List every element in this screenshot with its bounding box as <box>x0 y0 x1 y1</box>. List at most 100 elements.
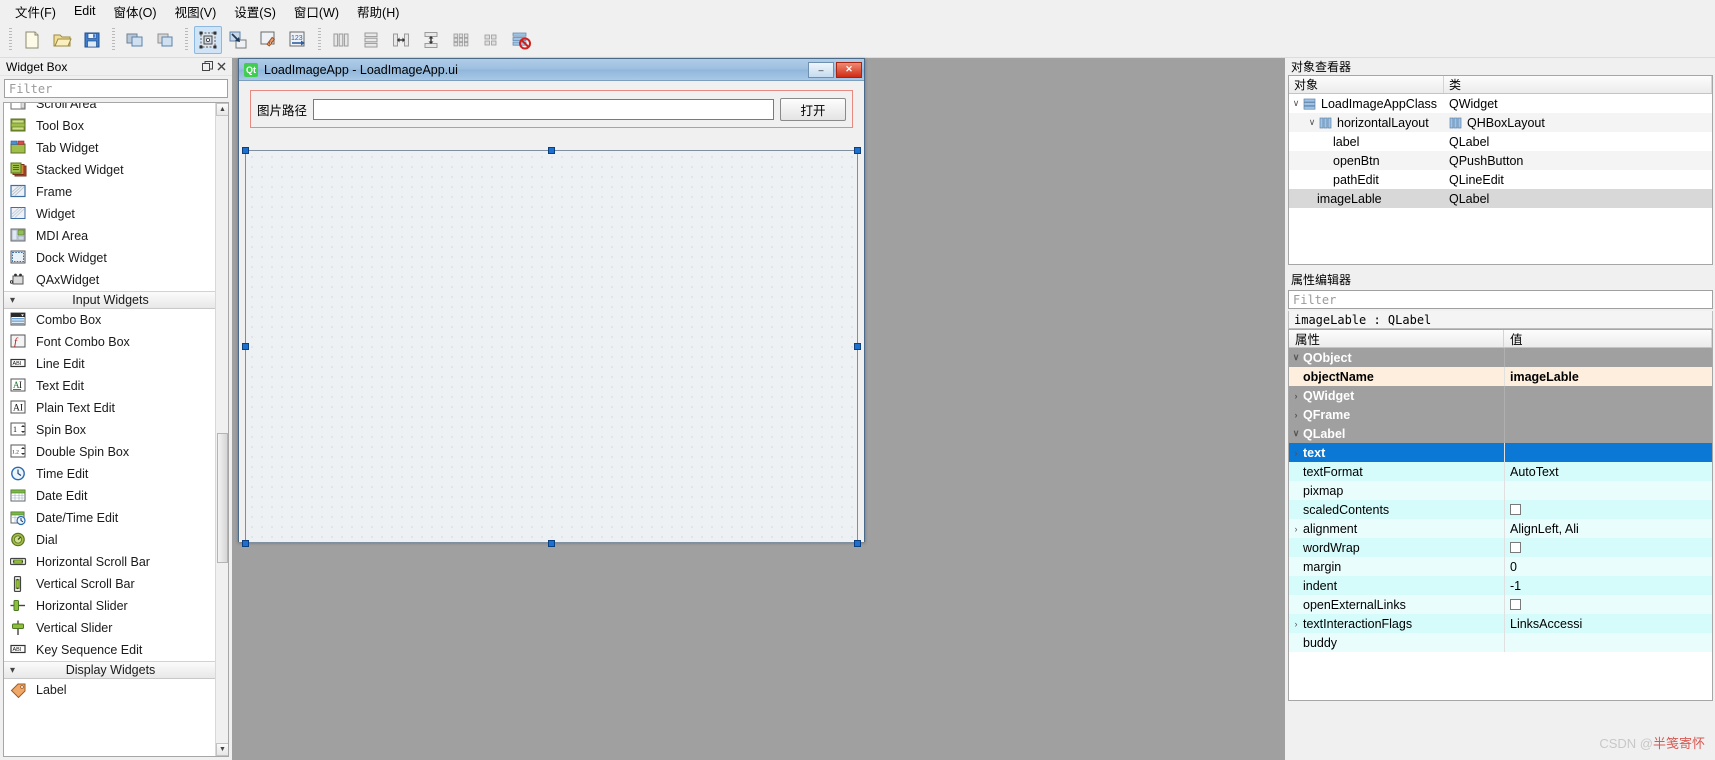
expander-icon[interactable]: › <box>1289 448 1303 458</box>
selection-handle-top-right[interactable] <box>854 147 861 154</box>
property-row-margin[interactable]: margin 0 <box>1289 557 1712 576</box>
break-layout-button[interactable] <box>507 26 535 54</box>
layout-horizontally-button[interactable] <box>327 26 355 54</box>
property-value[interactable]: AutoText <box>1504 462 1712 481</box>
widget-box-filter-input[interactable]: Filter <box>4 79 228 98</box>
widget-category-display-widgets[interactable]: ▾ Display Widgets <box>4 661 217 679</box>
property-value[interactable]: LinksAccessi <box>1504 614 1712 633</box>
widget-item-dial[interactable]: Dial <box>4 529 217 551</box>
property-group-qobject[interactable]: ∨ QObject <box>1289 348 1712 367</box>
widget-item-horizontal-slider[interactable]: Horizontal Slider <box>4 595 217 617</box>
expander-icon[interactable]: › <box>1289 391 1303 401</box>
object-tree-row[interactable]: ∨ LoadImageAppClass QWidget <box>1289 94 1712 113</box>
widget-item-mdi-area[interactable]: MDI Area <box>4 225 217 247</box>
form-body[interactable]: 图片路径 打开 <box>239 81 864 547</box>
property-row-pixmap[interactable]: pixmap <box>1289 481 1712 500</box>
property-value[interactable] <box>1504 500 1712 519</box>
widget-box-scrollbar[interactable]: ▲ ▼ <box>215 103 228 756</box>
widget-item-combo-box[interactable]: Combo Box <box>4 309 217 331</box>
menu-view[interactable]: 视图(V) <box>166 0 226 24</box>
property-row-scaledcontents[interactable]: scaledContents <box>1289 500 1712 519</box>
object-tree-row[interactable]: pathEdit QLineEdit <box>1289 170 1712 189</box>
open-button[interactable] <box>48 26 76 54</box>
form-window[interactable]: Qt LoadImageApp - LoadImageApp.ui – ✕ 图片… <box>238 58 865 547</box>
menu-settings[interactable]: 设置(S) <box>225 0 285 24</box>
property-value[interactable] <box>1504 538 1712 557</box>
property-value[interactable]: 0 <box>1504 557 1712 576</box>
property-row-objectname[interactable]: objectName imageLable <box>1289 367 1712 386</box>
widget-box-list[interactable]: Scroll Area Tool Box Tab Widget Stacked … <box>3 102 229 757</box>
widget-item-spin-box[interactable]: 1 Spin Box <box>4 419 217 441</box>
menu-file[interactable]: 文件(F) <box>6 0 65 24</box>
property-table[interactable]: 属性 值 ∨ QObject objectName imageLable › QWi… <box>1288 329 1713 701</box>
expander-icon[interactable]: ∨ <box>1305 117 1319 128</box>
property-row-openexternallinks[interactable]: openExternalLinks <box>1289 595 1712 614</box>
open-button-widget[interactable]: 打开 <box>780 97 846 121</box>
float-icon[interactable] <box>200 60 214 74</box>
widget-item-stacked-widget[interactable]: Stacked Widget <box>4 159 217 181</box>
layout-form-button[interactable] <box>477 26 505 54</box>
list-item-scroll-area-partial[interactable]: Scroll Area <box>4 103 217 115</box>
widget-category-input-widgets[interactable]: ▾ Input Widgets <box>4 291 217 309</box>
property-value[interactable]: -1 <box>1504 576 1712 595</box>
property-group-qlabel[interactable]: ∨ QLabel <box>1289 424 1712 443</box>
form-design-area[interactable]: Qt LoadImageApp - LoadImageApp.ui – ✕ 图片… <box>232 58 1285 760</box>
widget-item-tab-widget[interactable]: Tab Widget <box>4 137 217 159</box>
widget-item-date-edit[interactable]: Date Edit <box>4 485 217 507</box>
property-value[interactable]: imageLable <box>1504 367 1712 386</box>
selection-handle-bottom-center[interactable] <box>548 540 555 547</box>
layout-grid-button[interactable] <box>447 26 475 54</box>
layout-vertically-button[interactable] <box>357 26 385 54</box>
property-value[interactable] <box>1504 633 1712 652</box>
path-edit-input[interactable] <box>313 98 774 120</box>
property-group-qframe[interactable]: › QFrame <box>1289 405 1712 424</box>
checkbox-icon[interactable] <box>1510 599 1521 610</box>
image-label-widget[interactable] <box>245 150 858 543</box>
minimize-button[interactable]: – <box>808 61 834 78</box>
expander-icon[interactable]: › <box>1289 619 1303 629</box>
expander-icon[interactable]: › <box>1289 524 1303 534</box>
selection-handle-top-center[interactable] <box>548 147 555 154</box>
close-icon[interactable] <box>214 60 228 74</box>
property-row-buddy[interactable]: buddy <box>1289 633 1712 652</box>
property-value[interactable] <box>1504 443 1712 462</box>
property-value[interactable]: AlignLeft, Ali <box>1504 519 1712 538</box>
selection-handle-bottom-left[interactable] <box>242 540 249 547</box>
widget-item-line-edit[interactable]: ABI Line Edit <box>4 353 217 375</box>
scrollbar-thumb[interactable] <box>217 433 228 563</box>
property-row-indent[interactable]: indent -1 <box>1289 576 1712 595</box>
undo-button[interactable] <box>121 26 149 54</box>
object-tree-row[interactable]: openBtn QPushButton <box>1289 151 1712 170</box>
new-button[interactable] <box>18 26 46 54</box>
property-value[interactable] <box>1504 481 1712 500</box>
redo-button[interactable] <box>151 26 179 54</box>
widget-item-date-time-edit[interactable]: Date/Time Edit <box>4 507 217 529</box>
menu-help[interactable]: 帮助(H) <box>348 0 408 24</box>
scroll-down-icon[interactable]: ▼ <box>216 743 228 756</box>
widget-item-key-sequence-edit[interactable]: ABI Key Sequence Edit <box>4 639 217 661</box>
widget-item-horizontal-scroll-bar[interactable]: Horizontal Scroll Bar <box>4 551 217 573</box>
property-filter-input[interactable]: Filter <box>1288 290 1713 309</box>
object-inspector-table[interactable]: 对象 类 ∨ LoadImageAppClass QWidget ∨ horiz… <box>1288 75 1713 265</box>
layout-vertical-splitter-button[interactable] <box>417 26 445 54</box>
object-tree-row-selected[interactable]: imageLable QLabel <box>1289 189 1712 208</box>
widget-item-label[interactable]: Label <box>4 679 217 701</box>
widget-item-plain-text-edit[interactable]: AI Plain Text Edit <box>4 397 217 419</box>
property-row-text-selected[interactable]: › text <box>1289 443 1712 462</box>
property-value[interactable] <box>1504 595 1712 614</box>
scroll-up-icon[interactable]: ▲ <box>216 103 228 116</box>
expander-icon[interactable]: ∨ <box>1289 352 1303 363</box>
edit-tab-order-button[interactable]: 123 <box>284 26 312 54</box>
selection-handle-middle-right[interactable] <box>854 343 861 350</box>
widget-item-double-spin-box[interactable]: 1.2 Double Spin Box <box>4 441 217 463</box>
property-row-textinteractionflags[interactable]: › textInteractionFlags LinksAccessi <box>1289 614 1712 633</box>
widget-item-font-combo-box[interactable]: f Font Combo Box <box>4 331 217 353</box>
expander-icon[interactable]: ∨ <box>1289 98 1303 109</box>
edit-buddies-button[interactable] <box>254 26 282 54</box>
form-title-bar[interactable]: Qt LoadImageApp - LoadImageApp.ui – ✕ <box>239 59 864 81</box>
object-tree-row[interactable]: ∨ horizontalLayout QHBoxLayout <box>1289 113 1712 132</box>
selection-handle-bottom-right[interactable] <box>854 540 861 547</box>
widget-item-widget[interactable]: Widget <box>4 203 217 225</box>
edit-widgets-button[interactable] <box>194 25 222 54</box>
property-row-textformat[interactable]: textFormat AutoText <box>1289 462 1712 481</box>
